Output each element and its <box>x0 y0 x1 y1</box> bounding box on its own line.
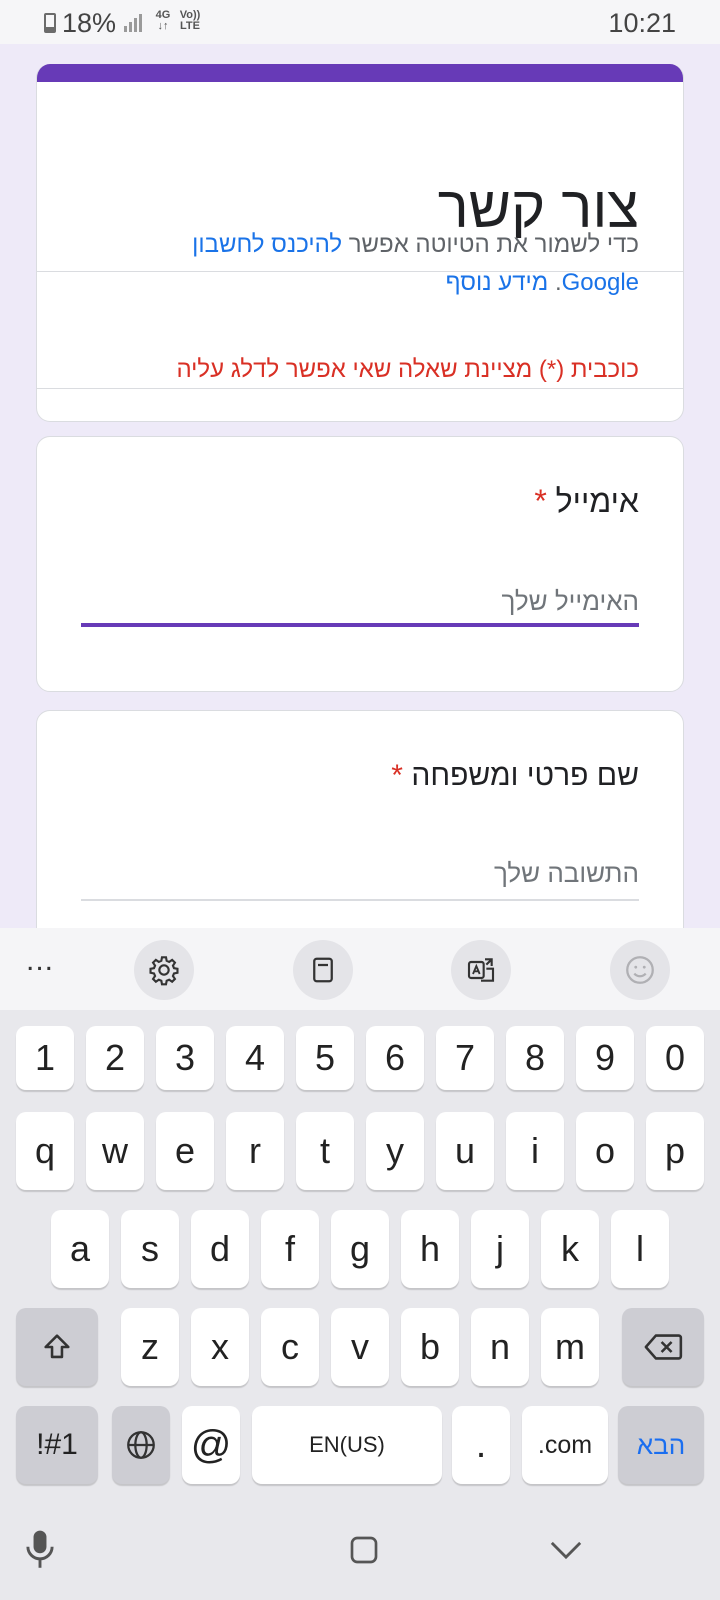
key-f[interactable]: f <box>261 1210 319 1288</box>
key-1[interactable]: 1 <box>16 1026 74 1090</box>
divider <box>37 388 683 389</box>
draft-period: . <box>554 269 562 296</box>
question-card-email: אימייל * <box>36 436 684 692</box>
symbols-key[interactable]: !#1 <box>16 1406 98 1484</box>
backspace-key[interactable] <box>622 1308 704 1386</box>
on-screen-keyboard: 1 2 3 4 5 6 7 8 9 0 q w e r t y u i o p … <box>0 1010 720 1500</box>
signal-icon <box>124 14 146 32</box>
key-d[interactable]: d <box>191 1210 249 1288</box>
key-i[interactable]: i <box>506 1112 564 1190</box>
shift-key[interactable] <box>16 1308 98 1386</box>
email-field[interactable] <box>81 573 639 629</box>
key-j[interactable]: j <box>471 1210 529 1288</box>
key-x[interactable]: x <box>191 1308 249 1386</box>
key-v[interactable]: v <box>331 1308 389 1386</box>
key-e[interactable]: e <box>156 1112 214 1190</box>
backspace-icon <box>644 1334 683 1360</box>
status-bar: 18% 4G ↓↑ Vo)) LTE 10:21 <box>0 0 720 44</box>
key-b[interactable]: b <box>401 1308 459 1386</box>
question-label: אימייל * <box>534 483 639 519</box>
translate-icon[interactable] <box>451 940 511 1000</box>
key-t[interactable]: t <box>296 1112 354 1190</box>
globe-icon <box>127 1431 155 1459</box>
key-c[interactable]: c <box>261 1308 319 1386</box>
key-2[interactable]: 2 <box>86 1026 144 1090</box>
key-q[interactable]: q <box>16 1112 74 1190</box>
navigation-bar <box>0 1500 720 1600</box>
key-n[interactable]: n <box>471 1308 529 1386</box>
draft-save-note: כדי לשמור את הטיוטה אפשר להיכנס לחשבון G… <box>119 226 639 302</box>
required-star: * <box>391 759 403 792</box>
key-3[interactable]: 3 <box>156 1026 214 1090</box>
key-4[interactable]: 4 <box>226 1026 284 1090</box>
clipboard-icon[interactable] <box>293 940 353 1000</box>
next-key[interactable]: הבא <box>618 1406 704 1484</box>
key-m[interactable]: m <box>541 1308 599 1386</box>
volte-indicator: Vo)) LTE <box>179 9 201 32</box>
key-r[interactable]: r <box>226 1112 284 1190</box>
key-o[interactable]: o <box>576 1112 634 1190</box>
network-type: 4G ↓↑ <box>155 9 171 32</box>
key-0[interactable]: 0 <box>646 1026 704 1090</box>
shift-icon <box>44 1334 70 1359</box>
required-star: * <box>534 483 547 519</box>
question-label: שם פרטי ומשפחה * <box>391 759 639 792</box>
key-a[interactable]: a <box>51 1210 109 1288</box>
key-z[interactable]: z <box>121 1308 179 1386</box>
more-options-icon[interactable]: ... <box>26 944 54 978</box>
key-s[interactable]: s <box>121 1210 179 1288</box>
key-8[interactable]: 8 <box>506 1026 564 1090</box>
key-9[interactable]: 9 <box>576 1026 634 1090</box>
form-accent-bar <box>37 64 683 82</box>
language-key[interactable] <box>112 1406 170 1484</box>
keyboard-toolbar: ... <box>0 928 720 1010</box>
key-l[interactable]: l <box>611 1210 669 1288</box>
period-key[interactable]: . <box>452 1406 510 1484</box>
key-7[interactable]: 7 <box>436 1026 494 1090</box>
required-note: כוכבית (*) מציינת שאלה שאי אפשר לדלג עלי… <box>176 356 639 383</box>
hide-keyboard-icon[interactable] <box>546 1530 586 1570</box>
key-p[interactable]: p <box>646 1112 704 1190</box>
draft-save-text: כדי לשמור את הטיוטה אפשר <box>348 231 639 258</box>
space-bar[interactable]: EN(US) <box>252 1406 442 1484</box>
emoji-icon[interactable] <box>610 940 670 1000</box>
form-header-card: צור קשר כדי לשמור את הטיוטה אפשר להיכנס … <box>36 64 684 422</box>
dot-com-key[interactable]: .com <box>522 1406 608 1484</box>
email-field-underline <box>81 623 639 627</box>
battery-percent: 18% <box>62 8 117 38</box>
home-icon[interactable] <box>344 1530 384 1570</box>
name-field[interactable] <box>81 845 639 901</box>
name-field-underline <box>81 899 639 901</box>
key-h[interactable]: h <box>401 1210 459 1288</box>
key-6[interactable]: 6 <box>366 1026 424 1090</box>
microphone-icon[interactable] <box>20 1530 60 1570</box>
learn-more-link[interactable]: מידע נוסף <box>446 269 549 296</box>
clock: 10:21 <box>608 8 676 38</box>
key-g[interactable]: g <box>331 1210 389 1288</box>
key-y[interactable]: y <box>366 1112 424 1190</box>
settings-icon[interactable] <box>134 940 194 1000</box>
battery-icon <box>44 13 56 33</box>
key-u[interactable]: u <box>436 1112 494 1190</box>
key-w[interactable]: w <box>86 1112 144 1190</box>
key-k[interactable]: k <box>541 1210 599 1288</box>
at-key[interactable]: @ <box>182 1406 240 1484</box>
key-5[interactable]: 5 <box>296 1026 354 1090</box>
